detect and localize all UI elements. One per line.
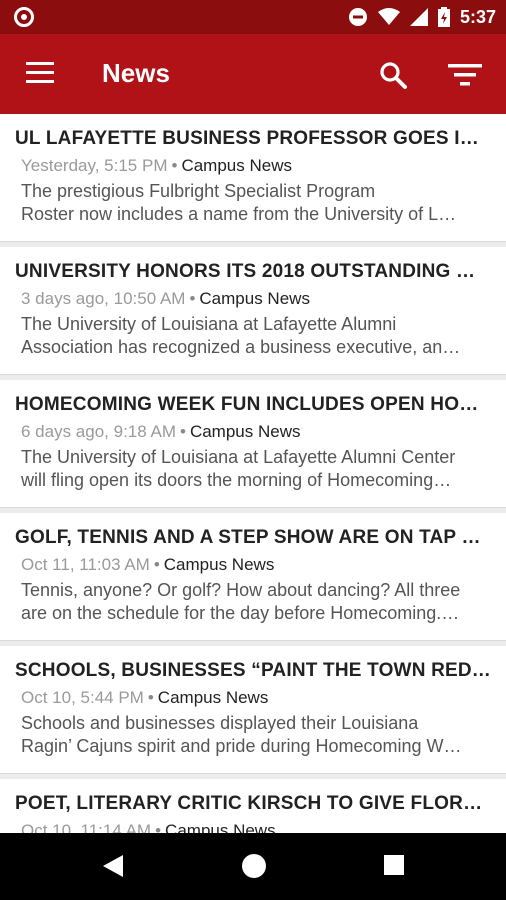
menu-icon[interactable] xyxy=(26,62,54,84)
news-summary-line: Schools and businesses displayed their L… xyxy=(21,713,419,733)
news-summary-line: will fling open its doors the morning of… xyxy=(21,470,452,490)
news-meta: Oct 11, 11:03 AM • Campus News xyxy=(21,555,491,575)
separator-dot: • xyxy=(189,289,196,308)
news-summary-line: The University of Louisiana at Lafayette… xyxy=(21,447,456,467)
status-time: 5:37 xyxy=(459,6,496,27)
news-summary-line: The University of Louisiana at Lafayette… xyxy=(21,314,397,334)
wifi-icon xyxy=(377,8,400,25)
notification-icon xyxy=(14,7,34,27)
news-item[interactable]: GOLF, TENNIS AND A STEP SHOW ARE ON TAP … xyxy=(0,513,506,641)
news-date: Oct 10, 11:14 AM xyxy=(21,821,152,833)
news-category: Campus News xyxy=(181,156,292,175)
news-summary-line: Roster now includes a name from the Univ… xyxy=(21,204,457,224)
app-bar: News xyxy=(0,34,506,114)
news-summary: The prestigious Fulbright Specialist Pro… xyxy=(21,180,491,226)
news-category: Campus News xyxy=(163,555,275,574)
separator-dot: • xyxy=(153,555,160,574)
recent-apps-icon[interactable] xyxy=(384,855,404,875)
news-category: Campus News xyxy=(157,688,269,707)
separator-dot: • xyxy=(180,422,186,441)
news-list: UL LAFAYETTE BUSINESS PROFESSOR GOES IN…… xyxy=(0,114,506,833)
news-date: 3 days ago, 10:50 AM xyxy=(21,289,186,308)
home-icon[interactable] xyxy=(242,854,266,878)
news-headline: UL LAFAYETTE BUSINESS PROFESSOR GOES IN… xyxy=(15,128,491,149)
news-date: 6 days ago, 9:18 AM xyxy=(21,422,176,441)
system-nav-bar xyxy=(0,833,506,900)
news-item[interactable]: POET, LITERARY CRITIC KIRSCH TO GIVE FLO… xyxy=(0,779,506,833)
status-icons: 5:37 xyxy=(348,0,496,34)
news-summary: The University of Louisiana at Lafayette… xyxy=(21,446,491,492)
news-summary-line: Tennis, anyone? Or golf? How about danci… xyxy=(21,580,461,600)
news-item[interactable]: UNIVERSITY HONORS ITS 2018 OUTSTANDING …… xyxy=(0,247,506,375)
separator-dot: • xyxy=(171,156,178,175)
news-headline: POET, LITERARY CRITIC KIRSCH TO GIVE FLO… xyxy=(15,793,491,814)
status-bar: 5:37 xyxy=(0,0,506,34)
news-headline: SCHOOLS, BUSINESSES “PAINT THE TOWN RED… xyxy=(15,660,491,681)
news-summary-line: are on the schedule for the day before H… xyxy=(21,603,460,623)
news-meta: 6 days ago, 9:18 AM • Campus News xyxy=(21,422,491,442)
news-summary: Tennis, anyone? Or golf? How about danci… xyxy=(21,579,491,625)
news-meta: 3 days ago, 10:50 AM • Campus News xyxy=(21,289,491,309)
news-item[interactable]: UL LAFAYETTE BUSINESS PROFESSOR GOES IN…… xyxy=(0,114,506,242)
news-meta: Oct 10, 5:44 PM • Campus News xyxy=(21,688,491,708)
do-not-disturb-icon xyxy=(348,8,367,26)
battery-icon xyxy=(437,7,450,27)
back-icon[interactable] xyxy=(103,855,123,877)
news-category: Campus News xyxy=(189,422,301,441)
separator-dot: • xyxy=(147,688,154,707)
news-category: Campus News xyxy=(165,821,276,833)
news-item[interactable]: SCHOOLS, BUSINESSES “PAINT THE TOWN RED…… xyxy=(0,646,506,774)
news-headline: HOMECOMING WEEK FUN INCLUDES OPEN HOU… xyxy=(15,394,491,415)
news-summary-line: Association has recognized a business ex… xyxy=(21,337,461,357)
page-title: News xyxy=(102,58,170,88)
news-summary: Schools and businesses displayed their L… xyxy=(21,712,491,758)
news-date: Yesterday, 5:15 PM xyxy=(21,156,168,175)
news-summary-line: Ragin’ Cajuns spirit and pride during Ho… xyxy=(21,736,462,756)
news-summary-line: The prestigious Fulbright Specialist Pro… xyxy=(21,181,376,201)
news-meta: Yesterday, 5:15 PM • Campus News xyxy=(21,156,491,176)
separator-dot: • xyxy=(155,821,162,833)
news-category: Campus News xyxy=(199,289,310,308)
news-summary: The University of Louisiana at Lafayette… xyxy=(21,313,491,359)
filter-icon[interactable] xyxy=(446,62,486,88)
news-headline: UNIVERSITY HONORS ITS 2018 OUTSTANDING … xyxy=(15,261,476,282)
news-headline: GOLF, TENNIS AND A STEP SHOW ARE ON TAP … xyxy=(15,527,481,548)
news-date: Oct 10, 5:44 PM xyxy=(21,688,144,707)
search-icon[interactable] xyxy=(378,60,408,90)
signal-icon xyxy=(409,8,428,26)
news-item[interactable]: HOMECOMING WEEK FUN INCLUDES OPEN HOU… 6… xyxy=(0,380,506,508)
news-date: Oct 11, 11:03 AM xyxy=(21,555,150,574)
news-meta: Oct 10, 11:14 AM • Campus News xyxy=(21,821,491,833)
